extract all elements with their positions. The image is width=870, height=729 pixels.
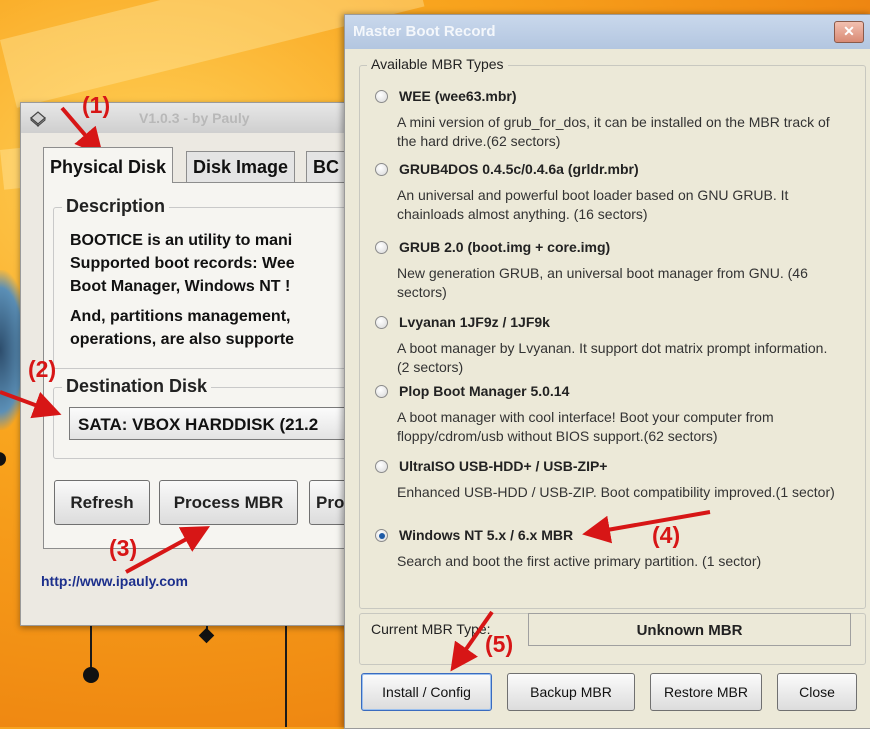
option-description: An universal and powerful boot loader ba… (397, 187, 789, 222)
description-line: And, partitions management, (70, 308, 291, 325)
bootice-titlebar[interactable]: V1.0.3 - by Pauly (21, 103, 351, 133)
process-pbr-button[interactable]: Pro (309, 480, 349, 525)
option-description: New generation GRUB, an universal boot m… (397, 265, 808, 300)
close-button[interactable]: Close (777, 673, 857, 711)
close-icon[interactable]: ✕ (834, 21, 864, 43)
option-label[interactable]: GRUB4DOS 0.4.5c/0.4.6a (grldr.mbr) (399, 161, 639, 177)
destination-disk-legend: Destination Disk (62, 376, 212, 397)
description-text: BOOTICE is an utility to mani Supported … (70, 229, 360, 351)
option-label[interactable]: WEE (wee63.mbr) (399, 88, 516, 104)
option-description: A boot manager by Lvyanan. It support do… (397, 340, 828, 375)
process-mbr-button[interactable]: Process MBR (159, 480, 298, 525)
tab-bcd[interactable]: BC (306, 151, 346, 183)
website-link[interactable]: http://www.ipauly.com (41, 573, 188, 589)
circuit-line (285, 625, 287, 727)
option-label[interactable]: Windows NT 5.x / 6.x MBR (399, 527, 573, 543)
radio-button[interactable] (375, 163, 388, 176)
radio-button[interactable] (375, 460, 388, 473)
description-line: operations, are also supporte (70, 331, 295, 348)
description-line: Supported boot records: Wee (70, 255, 295, 272)
description-legend: Description (62, 196, 170, 217)
destination-disk-select[interactable]: SATA: VBOX HARDDISK (21.2 (69, 407, 359, 440)
option-description: Enhanced USB-HDD / USB-ZIP. Boot compati… (397, 484, 835, 500)
option-description: Search and boot the first active primary… (397, 553, 762, 569)
install-config-button[interactable]: Install / Config (361, 673, 492, 711)
tab-physical-disk[interactable]: Physical Disk (43, 147, 174, 183)
radio-button[interactable] (375, 385, 388, 398)
circuit-node (83, 667, 99, 683)
dialog-title: Master Boot Record (353, 23, 496, 40)
radio-button[interactable] (375, 90, 388, 103)
bootice-window: V1.0.3 - by Pauly Physical Disk Disk Ima… (20, 102, 365, 626)
mbr-types-legend: Available MBR Types (367, 56, 508, 72)
master-boot-record-dialog: Master Boot Record ✕ Available MBR Types… (344, 14, 870, 729)
circuit-node (198, 627, 215, 644)
option-label[interactable]: Plop Boot Manager 5.0.14 (399, 383, 569, 399)
annotation-step-2: (2) (28, 356, 57, 382)
option-description: A mini version of grub_for_dos, it can b… (397, 114, 830, 149)
option-label[interactable]: Lvyanan 1JF9z / 1JF9k (399, 314, 550, 330)
option-description: A boot manager with cool interface! Boot… (397, 409, 774, 444)
annotation-step-5: (5) (485, 631, 514, 657)
option-label[interactable]: GRUB 2.0 (boot.img + core.img) (399, 239, 610, 255)
disk-drive-icon (30, 111, 46, 127)
annotation-step-1: (1) (82, 92, 111, 118)
window-title: V1.0.3 - by Pauly (139, 110, 250, 126)
radio-button[interactable] (375, 241, 388, 254)
radio-button[interactable] (375, 316, 388, 329)
radio-button-selected[interactable] (375, 529, 388, 542)
circuit-node (0, 452, 6, 466)
current-mbr-label: Current MBR Type: (371, 621, 491, 637)
restore-mbr-button[interactable]: Restore MBR (650, 673, 762, 711)
annotation-step-3: (3) (109, 535, 138, 561)
description-line: BOOTICE is an utility to mani (70, 232, 293, 249)
refresh-button[interactable]: Refresh (54, 480, 150, 525)
tab-disk-image[interactable]: Disk Image (186, 151, 296, 183)
backup-mbr-button[interactable]: Backup MBR (507, 673, 635, 711)
annotation-step-4: (4) (652, 522, 681, 548)
current-mbr-value: Unknown MBR (528, 613, 851, 646)
dialog-titlebar[interactable]: Master Boot Record ✕ (345, 15, 870, 49)
description-line: Boot Manager, Windows NT ! (70, 278, 291, 295)
option-label[interactable]: UltraISO USB-HDD+ / USB-ZIP+ (399, 458, 607, 474)
